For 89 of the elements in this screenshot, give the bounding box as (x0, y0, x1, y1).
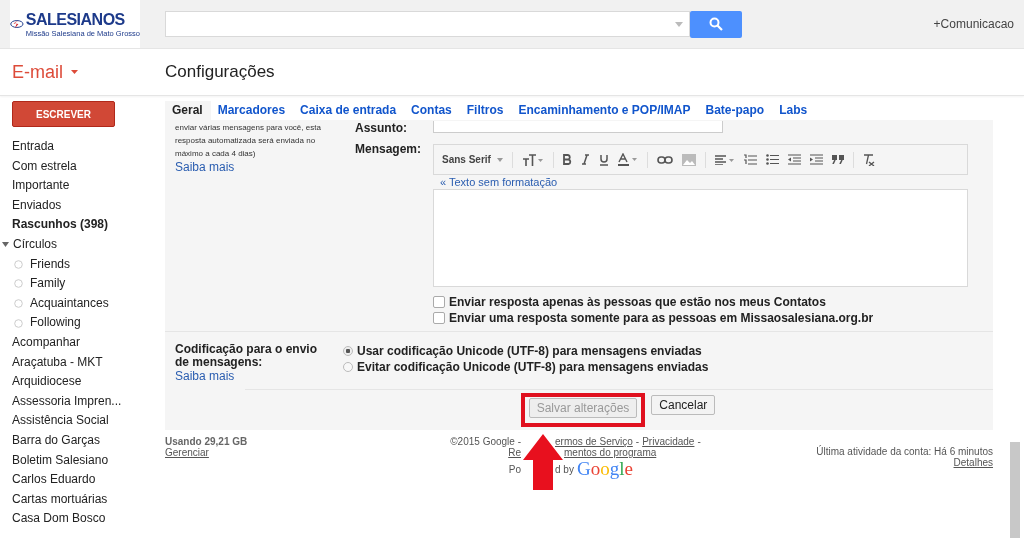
subject-field[interactable] (433, 121, 723, 133)
settings-tab[interactable]: Filtros (459, 101, 512, 120)
sidebar-item[interactable]: Entrada (0, 137, 55, 157)
sidebar-item[interactable]: Assistência Social (0, 411, 109, 431)
settings-tab[interactable]: Encaminhamento e POP/IMAP (511, 101, 699, 120)
italic-icon[interactable] (580, 154, 590, 165)
text-color-icon[interactable] (617, 153, 638, 166)
circle-icon (14, 279, 23, 289)
settings-tab[interactable]: Contas (404, 101, 460, 120)
sidebar-item[interactable]: Acompanhar (0, 332, 81, 353)
storage-text: Usando 29,21 GB (165, 436, 249, 447)
sidebar-item[interactable]: Importante (0, 176, 70, 196)
terms-link[interactable]: ermos de Serviço (555, 436, 633, 447)
sidebar-item[interactable]: Family (0, 274, 66, 294)
sidebar-item[interactable]: Enviados (0, 195, 62, 216)
logo-name: SALESIANOS (25, 10, 126, 29)
settings-tab[interactable]: Labs (772, 101, 816, 120)
program-policies-link[interactable]: mentos do programa (564, 447, 657, 458)
program-policies-link[interactable]: Re (508, 447, 521, 458)
circle-icon (14, 318, 23, 328)
settings-tab[interactable]: Caixa de entrada (293, 101, 405, 120)
underline-icon[interactable] (598, 153, 609, 166)
checkbox[interactable] (433, 296, 445, 308)
page-title: Configurações (165, 62, 275, 82)
caret-icon (71, 70, 78, 74)
sidebar-item[interactable]: Cartas mortuárias (0, 489, 108, 510)
setting-label: Codificação para o envio de mensagens: (175, 343, 319, 369)
search-icon (709, 17, 723, 31)
sidebar-item[interactable]: Boletim Salesiano (0, 450, 109, 471)
powered-by-text: Po (508, 463, 521, 475)
settings-tab[interactable]: Bate-papo (698, 101, 773, 120)
bulleted-list-icon[interactable] (765, 154, 779, 165)
font-dropdown[interactable]: Sans Serif (442, 154, 503, 165)
settings-tab[interactable]: Marcadores (210, 101, 294, 120)
outdent-icon[interactable] (787, 154, 801, 165)
manage-link[interactable]: Gerenciar (165, 447, 415, 458)
details-link[interactable]: Detalhes (953, 457, 993, 468)
align-icon[interactable] (714, 154, 735, 165)
sidebar-item[interactable]: Assessoria Impren... (0, 391, 122, 412)
separator: - (697, 436, 701, 447)
brand-logo: Google (576, 458, 633, 480)
text-size-icon[interactable] (521, 153, 544, 166)
copyright-text: ©2015 Google - (450, 436, 521, 447)
search-field[interactable] (165, 11, 690, 37)
sidebar-item[interactable]: Friends (0, 254, 70, 275)
app-switcher[interactable]: E-mail (12, 61, 165, 83)
search-button[interactable] (690, 10, 742, 38)
settings-tab[interactable]: Geral (165, 101, 211, 120)
activity-text: Última atividade da conta: Há 6 minutos (816, 446, 993, 457)
sidebar-item[interactable]: Acquaintances (0, 293, 109, 314)
checkbox[interactable] (433, 312, 445, 324)
note-text: enviar várias mensagens para você, esta resposta automatizada será enviada no máximo a cada 4 dias) (175, 122, 322, 160)
compose-button[interactable]: ESCREVER (12, 101, 115, 127)
caret-icon (496, 157, 503, 162)
sidebar-item[interactable]: Com estrela (0, 156, 77, 177)
option-label[interactable]: Enviar uma resposta somente para as pessoas em Missaosalesiana.org.br (433, 310, 874, 326)
scrollbar[interactable] (1010, 442, 1020, 538)
expand-icon[interactable] (2, 241, 9, 249)
option-label[interactable]: Enviar resposta apenas às pessoas que estão nos meus Contatos (433, 294, 826, 310)
field-label: Assunto: (355, 121, 408, 135)
privacy-link[interactable]: Privacidade (642, 436, 695, 447)
quote-icon[interactable] (831, 155, 844, 164)
indent-icon[interactable] (809, 154, 823, 165)
option-label[interactable]: Usar codificação Unicode (UTF-8) para mensagens enviadas (343, 343, 702, 359)
sidebar-item[interactable]: Círculos (0, 234, 57, 255)
sidebar-item[interactable]: Barra do Garças (0, 430, 101, 451)
sidebar-item[interactable]: Rascunhos (398) (0, 215, 109, 235)
learn-more-link[interactable]: Saiba mais (175, 160, 355, 174)
circle-icon (14, 259, 23, 269)
account-link[interactable]: +Comunicacao (933, 17, 1014, 31)
plain-text-link[interactable]: « Texto sem formatação (440, 176, 558, 188)
numbered-list-icon[interactable] (743, 154, 757, 165)
sidebar-item[interactable]: Arquidiocese (0, 372, 82, 392)
form-button[interactable]: Cancelar (651, 395, 716, 415)
sidebar-item[interactable]: Casa Dom Bosco (0, 509, 106, 529)
bold-icon[interactable] (562, 154, 572, 165)
radio-button[interactable] (343, 346, 353, 356)
link-icon[interactable] (656, 155, 673, 164)
circle-icon (14, 299, 23, 309)
field-label: Mensagem: (355, 142, 423, 156)
separator: - (635, 436, 640, 447)
clear-format-icon[interactable] (862, 153, 875, 166)
dropdown-icon (675, 21, 683, 27)
sidebar-item[interactable]: Carlos Eduardo (0, 470, 96, 490)
radio-button[interactable] (343, 362, 353, 372)
sidebar-item[interactable]: Araçatuba - MKT (0, 352, 103, 373)
message-field[interactable] (433, 189, 968, 287)
sidebar-item[interactable]: Following (0, 313, 81, 333)
powered-by-text: d by (555, 463, 574, 475)
